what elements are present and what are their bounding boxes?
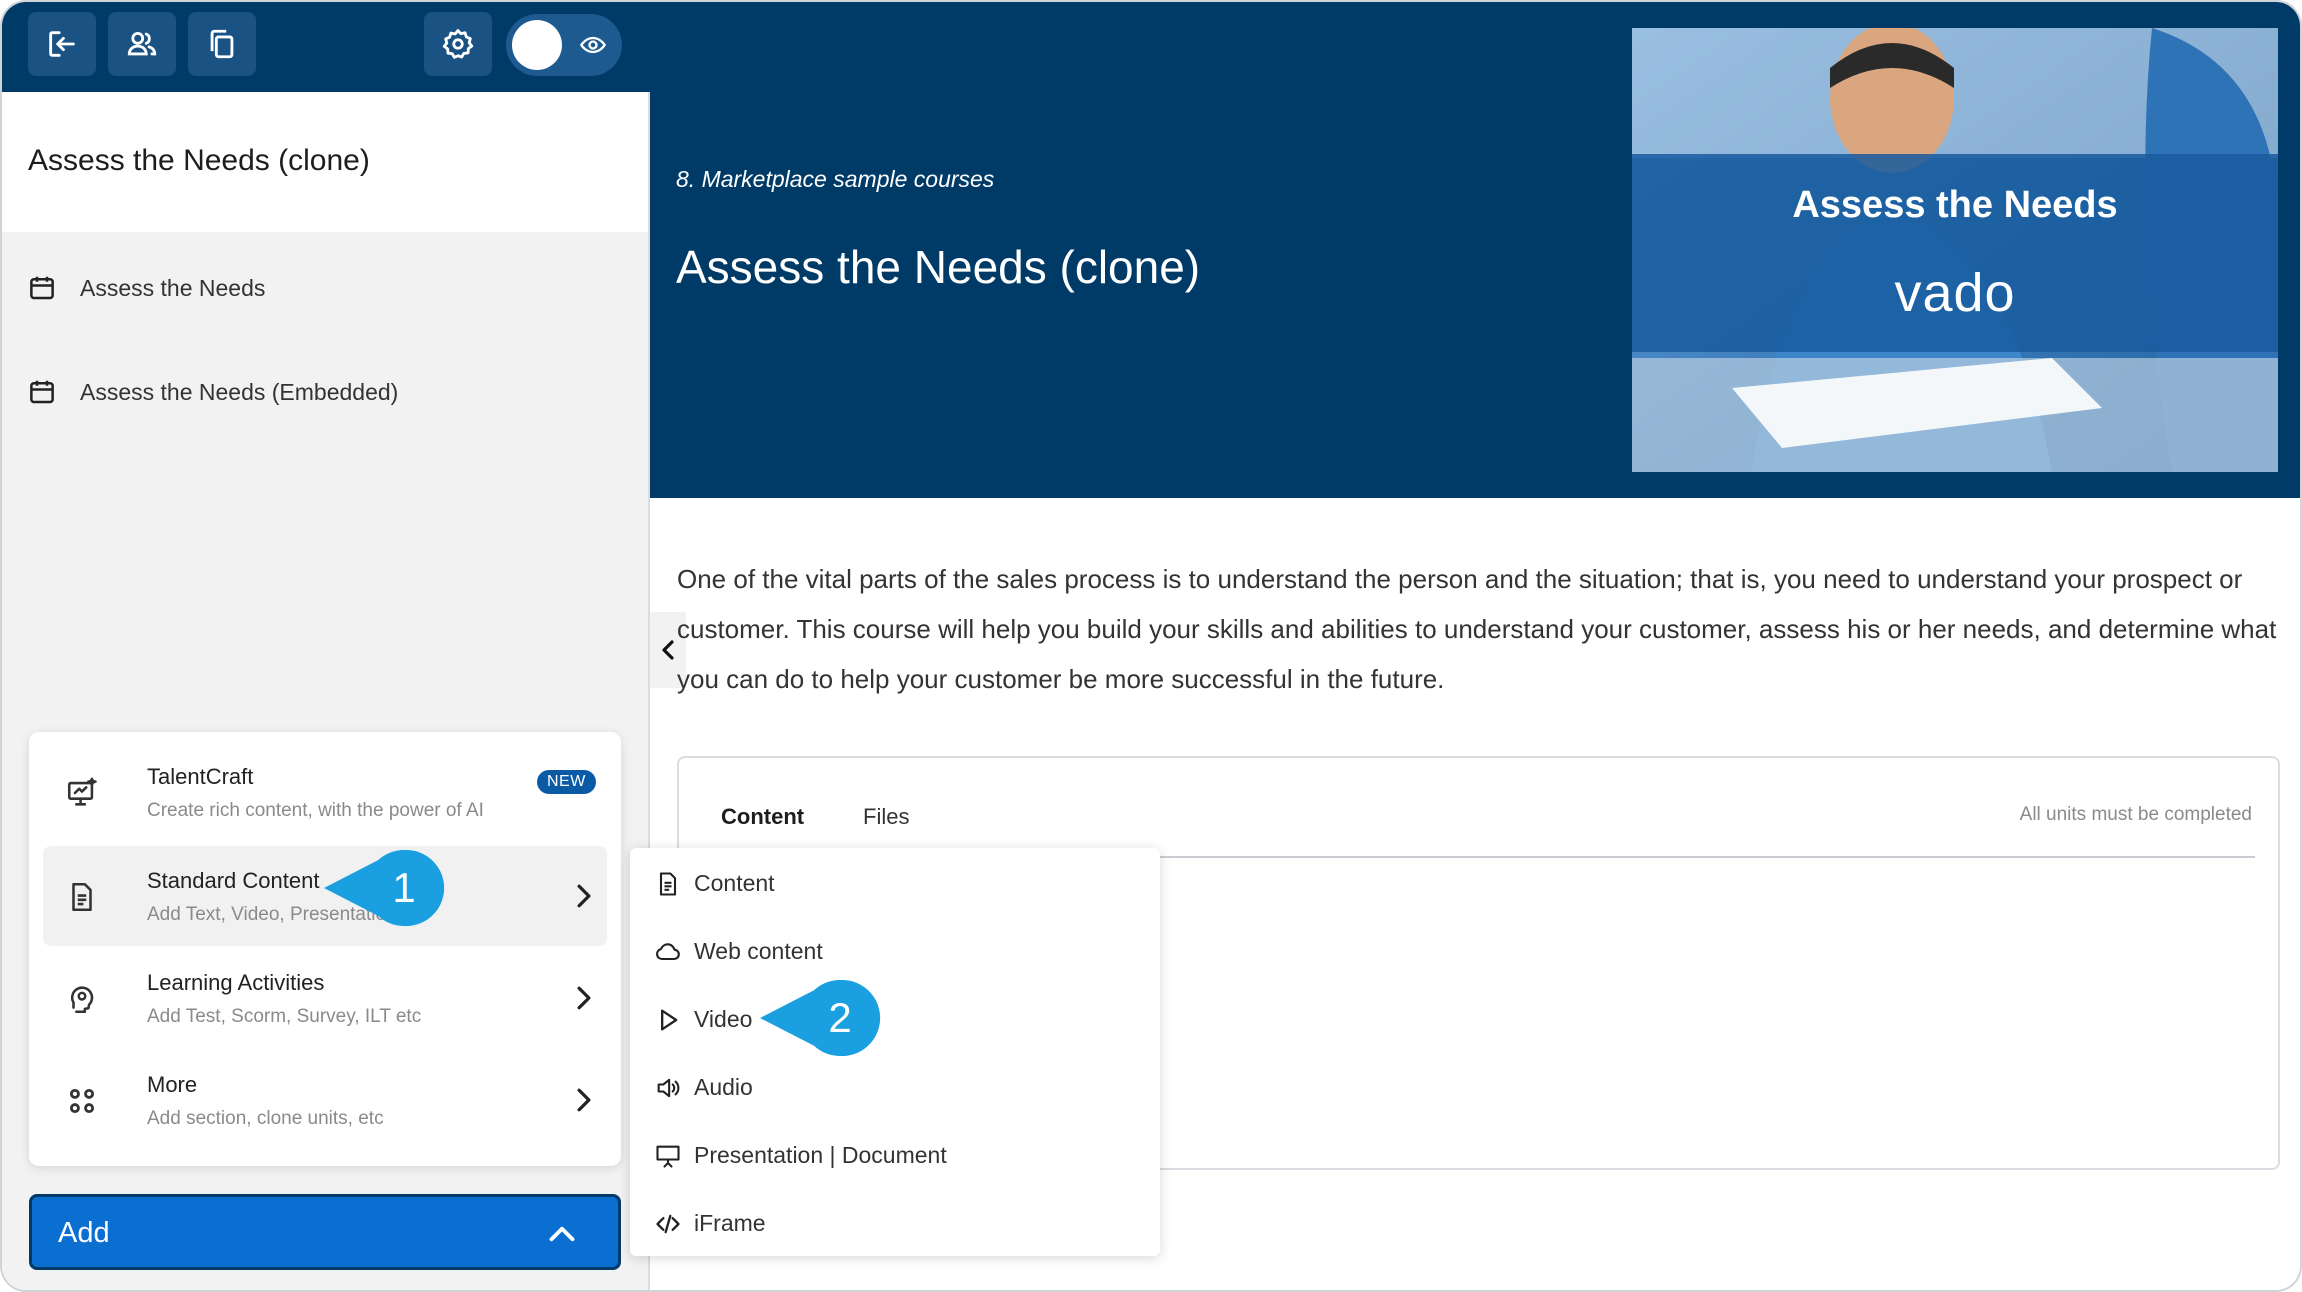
tab-content[interactable]: Content [721,804,804,830]
users-button[interactable] [108,12,176,76]
copy-button[interactable] [188,12,256,76]
page-title: Assess the Needs (clone) [676,241,1201,293]
add-menu: TalentCraft Create rich content, with th… [29,732,621,1166]
submenu-label: Video [694,1006,753,1032]
submenu-label: iFrame [694,1210,766,1236]
course-header: Assess the Needs (clone) [2,92,648,232]
unit-label: Assess the Needs (Embedded) [80,378,399,405]
completion-note: All units must be completed [2019,804,2252,825]
submenu-item-content[interactable]: Content [630,856,1160,912]
course-thumbnail: Assess the Needs vado [1632,28,2278,472]
callout-number: 1 [392,864,415,911]
settings-button[interactable] [424,12,492,76]
standard-content-submenu: Content Web content Video Audio Presenta… [630,848,1160,1256]
exit-icon [49,31,75,57]
course-hero: 8. Marketplace sample courses Assess the… [650,2,2300,498]
document-icon [72,882,92,912]
chevron-left-icon [662,640,674,660]
new-badge: NEW [537,770,596,794]
sidebar: Assess the Needs (clone) Assess the Need… [2,2,650,1290]
chevron-right-icon [577,884,591,908]
speaker-icon [657,1078,680,1098]
breadcrumb[interactable]: 8. Marketplace sample courses [676,166,994,193]
grid-icon [69,1088,95,1114]
step-callout-1: 1 [324,850,445,926]
submenu-label: Content [694,870,775,896]
cloud-icon [656,943,680,961]
menu-item-title: More [147,1072,198,1097]
step-callout-2: 2 [760,980,881,1056]
course-title: Assess the Needs (clone) [28,144,370,177]
menu-item-subtitle: Add Test, Scorm, Survey, ILT etc [147,1006,422,1027]
unit-item[interactable]: Assess the Needs (Embedded) [2,352,648,432]
submenu-label: Presentation | Document [694,1142,947,1168]
submenu-item-audio[interactable]: Audio [630,1060,1160,1116]
app-window: Assess the Needs (clone) Assess the Need… [0,0,2302,1292]
submenu-label: Web content [694,938,823,964]
document-icon [659,872,677,896]
brain-icon [70,986,94,1014]
add-button-label: Add [58,1217,110,1249]
presentation-icon [656,1145,680,1168]
submenu-item-iframe[interactable]: iFrame [630,1196,1160,1252]
submenu-item-presentation[interactable]: Presentation | Document [630,1128,1160,1184]
chevron-right-icon [577,986,591,1010]
thumbnail-title: Assess the Needs [1792,184,2118,226]
menu-item-subtitle: Create rich content, with the power of A… [147,800,484,821]
unit-item[interactable]: Assess the Needs [2,248,648,328]
play-icon [661,1009,678,1031]
menu-item-subtitle: Add section, clone units, etc [147,1108,384,1129]
menu-item-talentcraft[interactable]: TalentCraft Create rich content, with th… [43,742,607,842]
menu-item-learning-activities[interactable]: Learning Activities Add Test, Scorm, Sur… [43,948,607,1048]
toggle-knob [512,20,562,70]
menu-item-title: Learning Activities [147,970,325,995]
exit-button[interactable] [28,12,96,76]
tab-files[interactable]: Files [863,804,909,830]
users-icon [127,31,157,56]
menu-item-title: TalentCraft [147,764,254,789]
eye-icon [579,36,607,54]
add-button[interactable]: Add [29,1194,621,1270]
copy-icon [210,29,234,59]
chevron-right-icon [577,1088,591,1112]
thumbnail-brand: vado [1894,263,2016,323]
gear-icon [442,29,474,59]
submenu-item-web-content[interactable]: Web content [630,924,1160,980]
menu-item-more[interactable]: More Add section, clone units, etc [43,1050,607,1150]
submenu-item-video[interactable]: Video [630,992,1160,1048]
chevron-up-icon [549,1226,575,1242]
ai-monitor-icon [67,777,97,806]
submenu-label: Audio [694,1074,753,1100]
calendar-icon [30,276,54,300]
callout-number: 2 [828,994,851,1041]
code-icon [656,1214,680,1234]
calendar-icon [30,380,54,404]
preview-toggle[interactable] [506,14,622,76]
course-description: One of the vital parts of the sales proc… [677,564,2277,694]
unit-label: Assess the Needs [80,274,266,301]
menu-item-title: Standard Content [147,868,320,893]
sidebar-toolbar [2,2,650,92]
